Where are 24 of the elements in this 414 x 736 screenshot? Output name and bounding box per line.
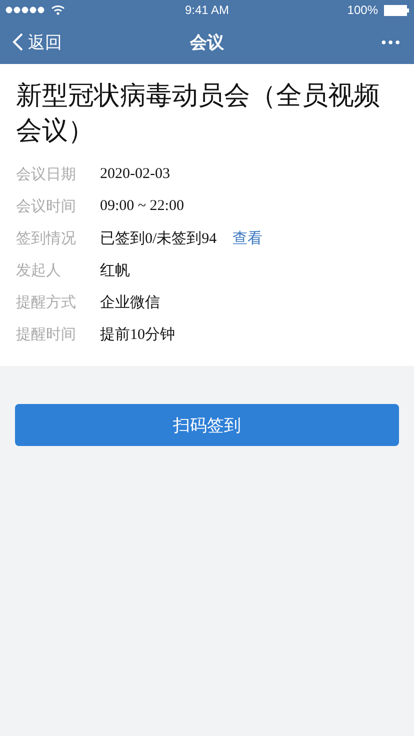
battery-icon	[384, 4, 409, 16]
chevron-left-icon	[12, 32, 24, 52]
battery-percent: 100%	[347, 3, 378, 17]
scan-sign-in-button[interactable]: 扫码签到	[15, 404, 399, 446]
back-button[interactable]: 返回	[12, 30, 92, 54]
field-label: 提醒时间	[16, 324, 77, 344]
field-value: 红帆	[100, 262, 130, 280]
wifi-icon	[51, 5, 65, 15]
page-title: 会议	[190, 32, 224, 54]
field-value: 企业微信	[100, 294, 160, 312]
field-label: 签到情况	[16, 228, 77, 248]
meeting-title: 新型冠状病毒动员会（全员视频会议）	[16, 79, 381, 147]
more-button[interactable]: •••	[322, 34, 402, 50]
status-time: 9:41 AM	[184, 3, 230, 17]
field-label: 提醒方式	[16, 292, 77, 312]
field-label: 会议时间	[16, 196, 77, 216]
field-value: 09:00 ~ 22:00	[100, 198, 184, 214]
view-link[interactable]: 查看	[232, 228, 263, 248]
field-value: 提前10分钟	[100, 326, 175, 344]
field-value: 2020-02-03	[100, 166, 170, 182]
field-value: 已签到0/未签到94	[100, 230, 217, 248]
field-label: 会议日期	[16, 164, 77, 184]
field-label: 发起人	[16, 260, 62, 280]
signal-icon	[5, 6, 45, 14]
